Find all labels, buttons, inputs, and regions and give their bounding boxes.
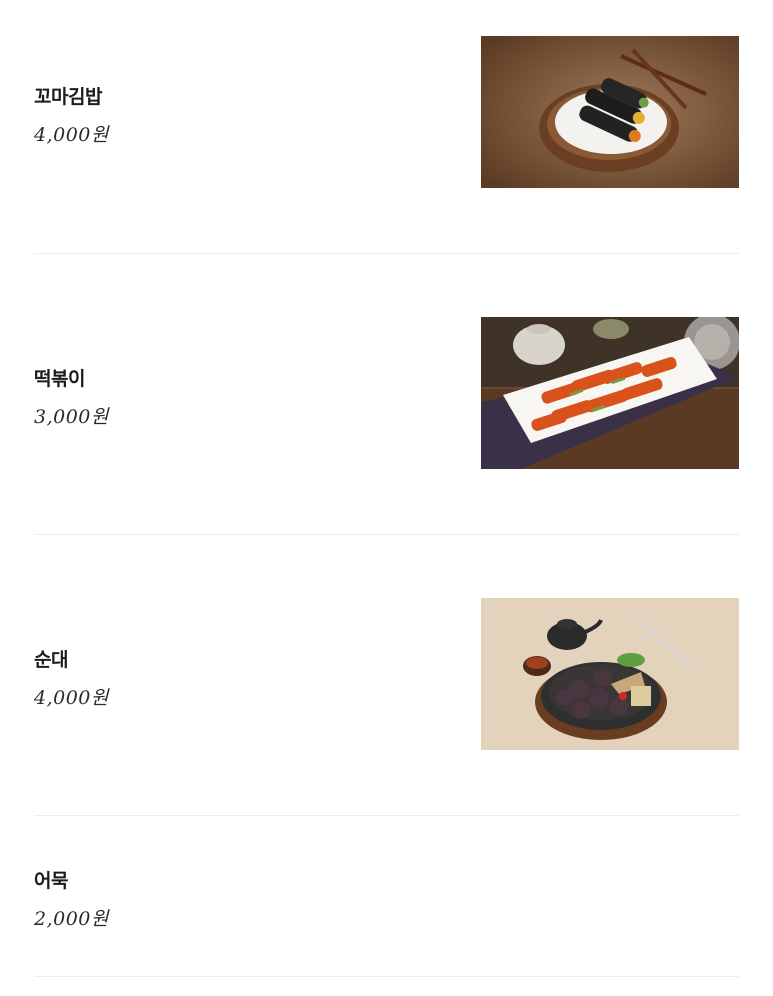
sundae-photo[interactable] [481, 598, 739, 750]
menu-item[interactable]: 순대 4,000원 [34, 535, 739, 816]
mini-kimbap-photo[interactable] [481, 36, 739, 188]
menu-item-price: 2,000원 [34, 908, 109, 930]
menu-item-name: 어묵 [34, 870, 68, 892]
menu-item-name: 순대 [34, 649, 68, 671]
menu-page: { "menu": { "items": [ {"name": "꼬마김밥", … [0, 0, 773, 996]
menu-item[interactable]: 꼬마김밥 4,000원 [34, 0, 739, 254]
menu-item-price: 3,000원 [34, 406, 109, 428]
menu-item[interactable]: 어묵 2,000원 [34, 816, 739, 977]
menu-item[interactable]: 떡볶이 3,000원 [34, 254, 739, 535]
menu-item-price: 4,000원 [34, 687, 109, 709]
menu-item-name: 꼬마김밥 [34, 86, 102, 108]
tteokbokki-photo[interactable] [481, 317, 739, 469]
menu-list: 꼬마김밥 4,000원 떡볶이 3,000원 순대 4,000원 어묵 2,00… [34, 0, 739, 977]
menu-item-price: 4,000원 [34, 124, 109, 146]
menu-item-name: 떡볶이 [34, 368, 85, 390]
